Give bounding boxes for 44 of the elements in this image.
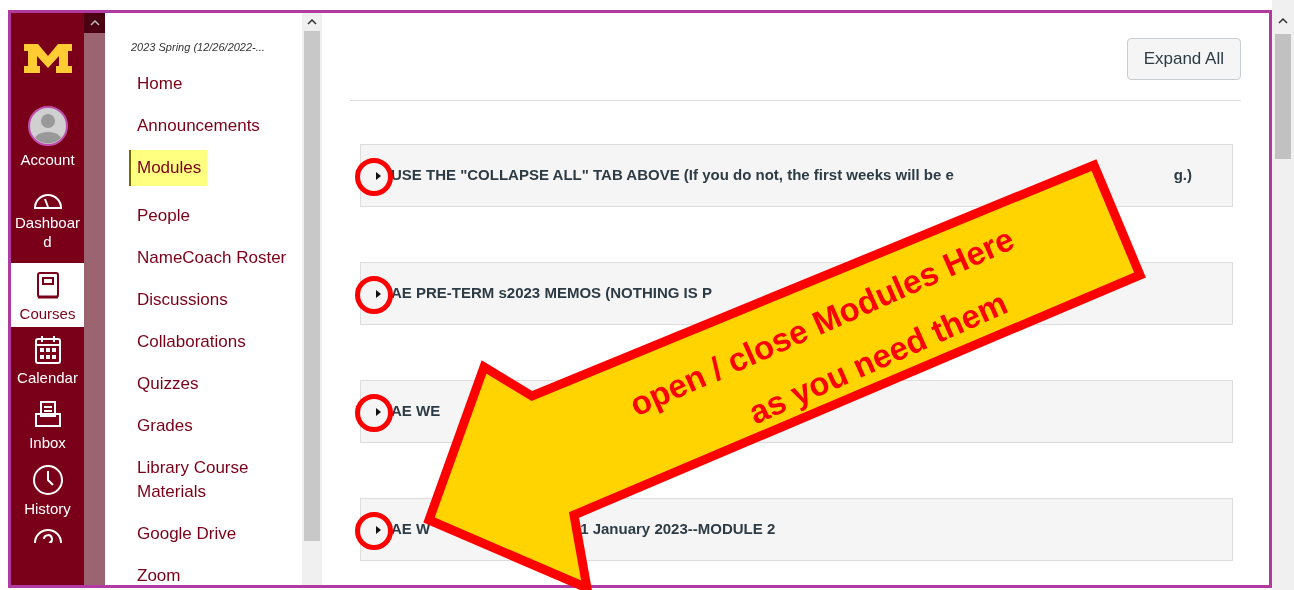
module-title: 1 January 2023--MODULE 2 <box>580 519 776 540</box>
term-label: 2023 Spring (12/26/2022-... <box>131 40 266 55</box>
caret-right-icon <box>374 407 382 416</box>
chevron-up-icon <box>1278 18 1288 24</box>
scrollbar[interactable] <box>84 13 105 585</box>
module-title: USE THE "COLLAPSE ALL" TAB ABOVE (If you do not, the first weeks will be e <box>391 165 954 186</box>
course-nav-link[interactable]: Modules <box>129 149 208 186</box>
course-nav-link[interactable]: Library Course Materials <box>137 455 302 504</box>
book-icon <box>34 270 61 301</box>
clock-icon <box>31 464 64 497</box>
chevron-up-icon <box>307 19 317 25</box>
caret-right-icon <box>374 171 382 180</box>
course-nav-link[interactable]: Discussions <box>137 287 228 312</box>
nav-item[interactable]: Courses <box>11 262 84 328</box>
caret-right-icon <box>374 289 382 298</box>
course-nav-link[interactable]: Google Drive <box>137 521 237 546</box>
course-nav-link[interactable]: Collaborations <box>137 329 246 354</box>
scrollbar[interactable] <box>1272 0 1294 590</box>
help-icon <box>32 528 63 543</box>
course-nav-link[interactable]: NameCoach Roster <box>137 245 287 270</box>
chevron-up-icon <box>89 20 100 26</box>
expand-all-button[interactable]: Expand All <box>1126 38 1241 80</box>
course-nav-link[interactable]: Zoom <box>137 563 181 585</box>
course-nav-link[interactable]: Announcements <box>137 113 260 138</box>
logo-icon[interactable] <box>21 41 74 74</box>
course-nav-link[interactable]: Home <box>137 71 183 96</box>
course-nav-link[interactable]: Grades <box>137 413 193 438</box>
inbox-icon <box>33 399 62 430</box>
nav-item[interactable]: Account <box>11 102 84 180</box>
scrollbar[interactable] <box>302 13 322 585</box>
nav-item[interactable]: History <box>11 456 84 521</box>
module-title: AE PRE-TERM s2023 MEMOS (NOTHING IS P <box>391 283 712 304</box>
scroll-thumb[interactable] <box>1275 34 1291 159</box>
avatar-icon <box>26 104 69 147</box>
module-title: AE WE <box>391 401 441 422</box>
module-title: AE W <box>391 519 431 540</box>
course-nav-link[interactable]: People <box>137 203 190 228</box>
nav-item[interactable]: Inbox <box>11 391 84 457</box>
nav-item[interactable]: Calendar <box>11 327 84 392</box>
module-title: g.) <box>1173 165 1192 186</box>
course-nav-link[interactable]: Quizzes <box>137 371 199 396</box>
calendar-icon <box>33 335 62 366</box>
caret-right-icon <box>374 525 382 534</box>
nav-item[interactable]: Dashboard <box>11 179 84 263</box>
